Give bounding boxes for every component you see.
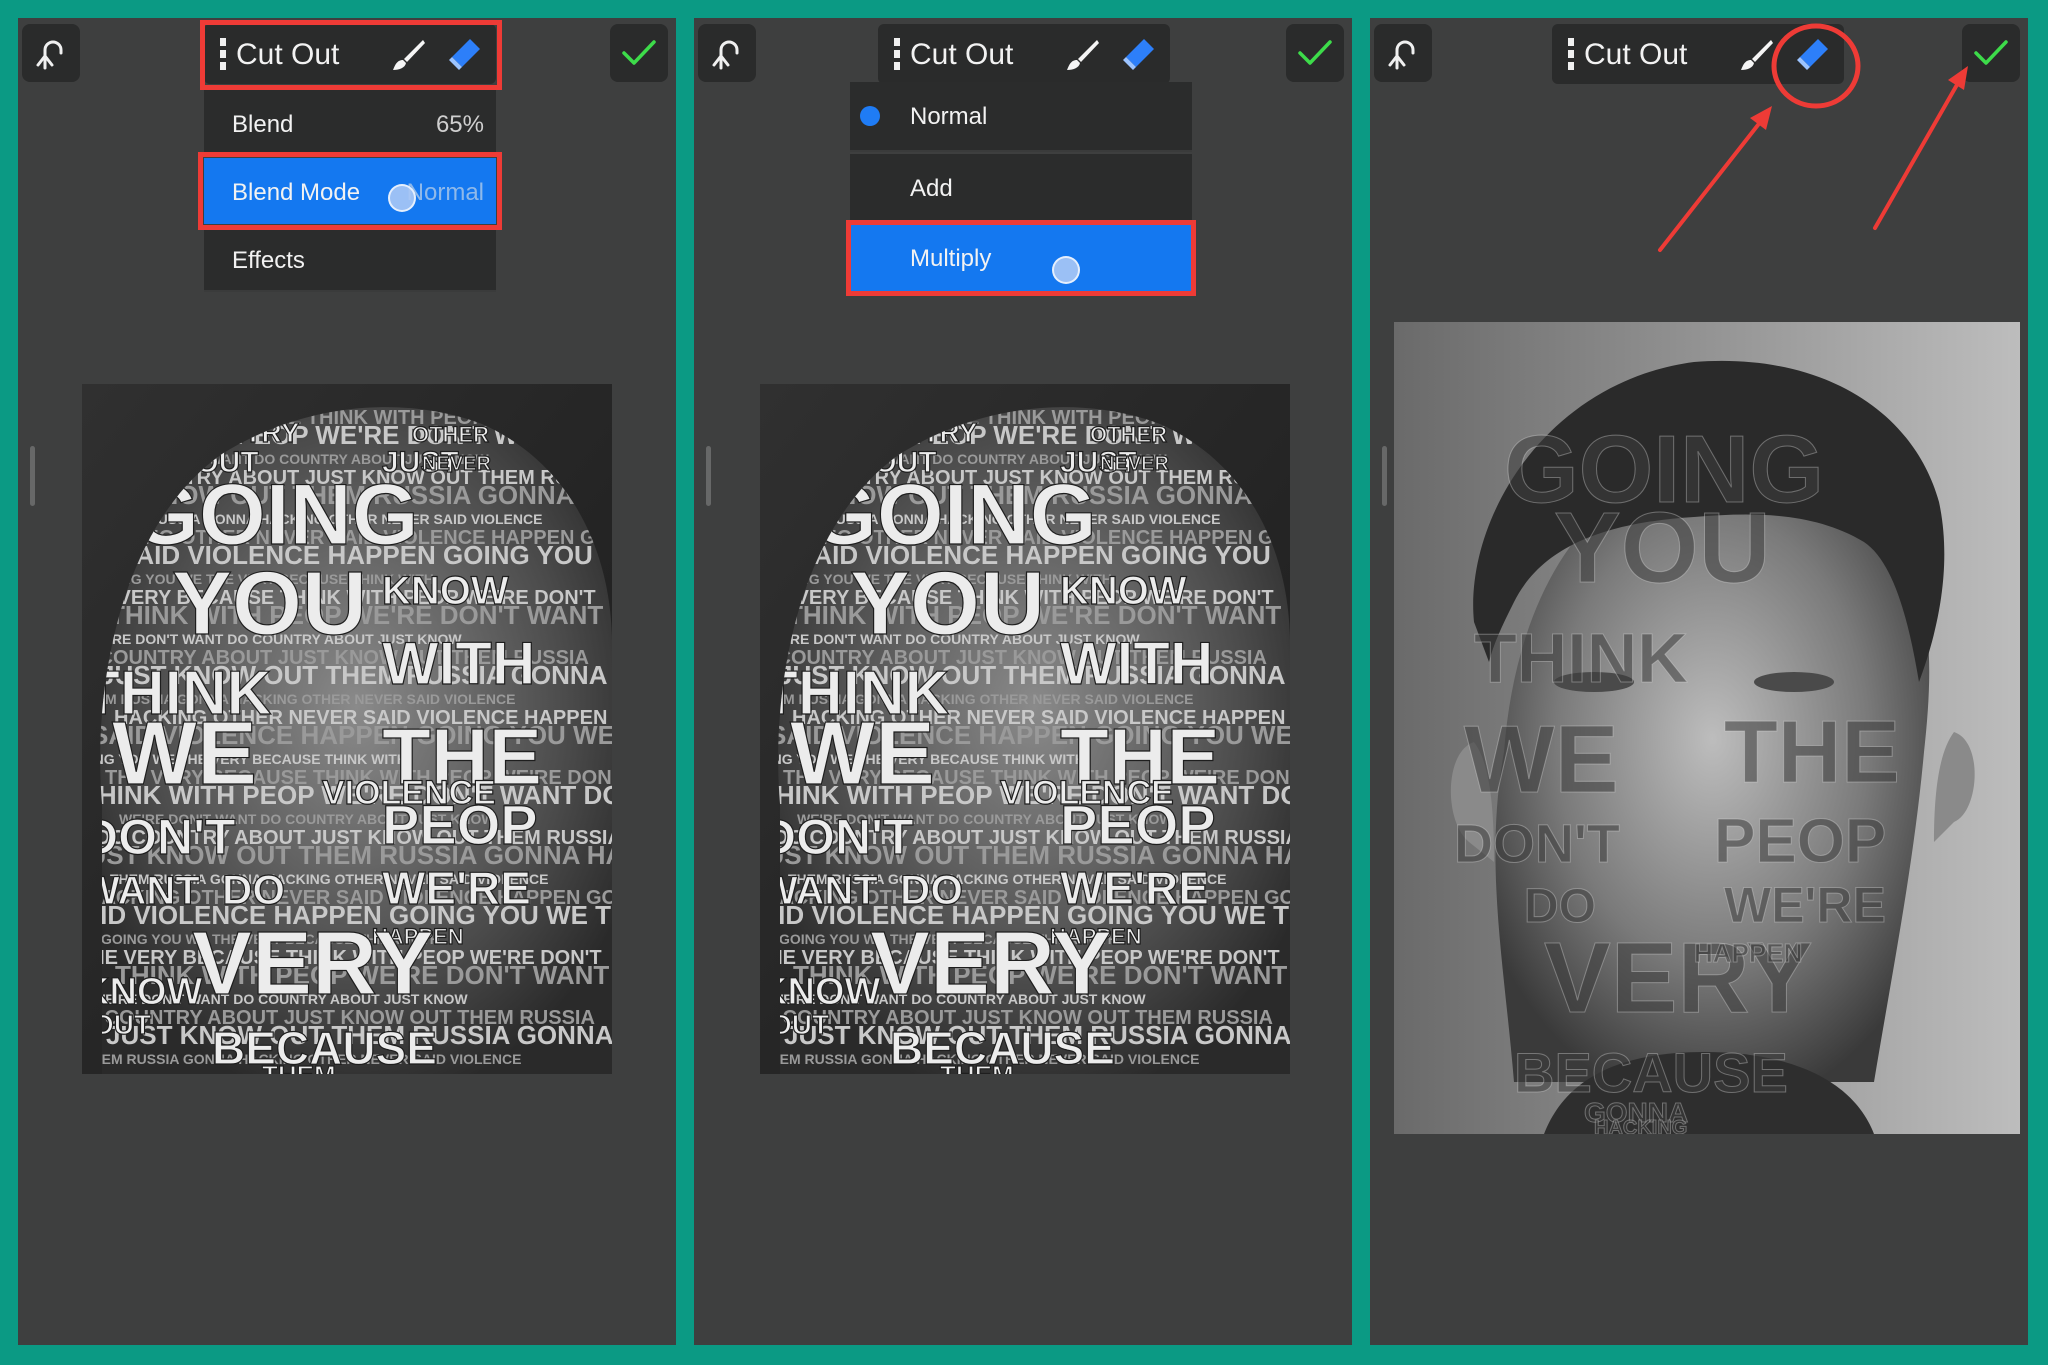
portrait-word: HAPPEN bbox=[1694, 938, 1802, 968]
word-art-word: WITH bbox=[382, 630, 535, 697]
checkmark-icon bbox=[622, 40, 656, 65]
undo-icon bbox=[712, 40, 739, 70]
blend-mode-value: Normal bbox=[406, 179, 484, 206]
word-art-word: WE bbox=[790, 704, 935, 804]
touch-indicator bbox=[388, 184, 416, 212]
confirm-button[interactable] bbox=[610, 24, 668, 82]
word-art-canvas: GOING YOU WE THE VERY BECAUSE THINK WITH… bbox=[760, 384, 1290, 1074]
more-vertical-icon[interactable] bbox=[218, 36, 228, 72]
word-art-word: WE'RE bbox=[1060, 862, 1209, 914]
portrait-word: PEOP bbox=[1714, 807, 1886, 876]
tool-toolbar: Cut Out bbox=[204, 24, 496, 84]
word-art-word: YOU bbox=[172, 554, 367, 654]
portrait-word: BECAUSE bbox=[1514, 1041, 1788, 1104]
eraser-icon[interactable] bbox=[446, 37, 482, 71]
blend-value: 65% bbox=[435, 111, 484, 138]
blend-option-normal[interactable]: Normal bbox=[850, 82, 1192, 152]
menu-label-effects: Effects bbox=[232, 247, 305, 274]
undo-icon bbox=[36, 40, 63, 70]
brush-icon[interactable] bbox=[390, 38, 426, 72]
portrait-canvas: GOINGYOUTHINKWE THEPEOPDON'TDO WE'REVERYBE… bbox=[1394, 322, 2020, 1134]
portrait-word: HACKING bbox=[1594, 1117, 1687, 1134]
word-art-word: DO bbox=[900, 866, 963, 913]
portrait-word: THE bbox=[1724, 702, 1900, 801]
word-art-word: OTHER bbox=[1090, 422, 1167, 447]
word-art-image: GOING YOU WE THE VERY BECAUSE THINK WITH… bbox=[760, 384, 1290, 1074]
word-art-word: VERY bbox=[192, 914, 434, 1014]
side-panel-handle[interactable] bbox=[30, 446, 35, 506]
annotation-overlay bbox=[1658, 23, 1968, 252]
menu-label-blend-mode: Blend Mode bbox=[232, 179, 361, 206]
word-art-word: KNOW bbox=[382, 569, 509, 613]
selected-radio-icon bbox=[860, 106, 880, 126]
tool-toolbar: Cut Out bbox=[878, 24, 1170, 84]
word-art-word: DON'T bbox=[760, 809, 914, 865]
editor-panel-blend-mode-options: Cut Out Normal Add Multiply GOING YOU WE… bbox=[694, 18, 1352, 1345]
editor-panel-result: Cut Out GOING YOU THINK WE THE PEOP DON'… bbox=[1370, 18, 2028, 1345]
blend-option-add[interactable]: Add bbox=[850, 154, 1192, 222]
blend-option-label: Normal bbox=[910, 103, 988, 130]
more-vertical-icon[interactable] bbox=[892, 36, 902, 72]
highlight-eraser-circle bbox=[1771, 23, 1861, 109]
menu-label-blend: Blend bbox=[232, 111, 294, 138]
tool-title[interactable]: Cut Out bbox=[910, 38, 1013, 72]
word-art-word: VERY bbox=[870, 914, 1112, 1014]
undo-button[interactable] bbox=[698, 24, 756, 82]
confirm-button[interactable] bbox=[1286, 24, 1344, 82]
blend-option-multiply[interactable]: Multiply bbox=[850, 224, 1192, 292]
word-art-canvas: GOING YOU WE THE VERY BECAUSE THINK WITH… bbox=[82, 384, 612, 1074]
eraser-icon[interactable] bbox=[1120, 37, 1156, 71]
arrow-to-eraser bbox=[1658, 106, 1772, 252]
word-art-word: NEVER bbox=[1100, 453, 1169, 475]
word-art-word: WE'RE bbox=[382, 862, 531, 914]
editor-panel-blend-menu: Cut Out Blend 65% Blend Mode Normal Effe… bbox=[18, 18, 676, 1345]
word-art-word: THEM bbox=[940, 1060, 1014, 1074]
portrait-word: YOU bbox=[1554, 492, 1771, 604]
undo-button[interactable] bbox=[22, 24, 80, 82]
word-art-word: KNOW bbox=[1060, 569, 1187, 613]
arrow-to-confirm bbox=[1873, 66, 1968, 230]
word-art-word: YOU bbox=[850, 554, 1045, 654]
side-panel-handle[interactable] bbox=[1382, 446, 1387, 506]
portrait-word: DON'T bbox=[1454, 814, 1620, 874]
blend-option-label: Multiply bbox=[910, 245, 992, 272]
menu-item-blend[interactable]: Blend 65% bbox=[204, 90, 496, 156]
menu-item-effects[interactable]: Effects bbox=[204, 226, 496, 292]
word-art-word: DO bbox=[222, 866, 285, 913]
word-art-word: NEVER bbox=[422, 453, 491, 475]
checkmark-icon bbox=[1298, 40, 1332, 65]
blended-portrait-image: GOING YOU THINK WE THE PEOP DON'T DO WE'RE VERY BE… bbox=[1394, 322, 2020, 1134]
brush-icon[interactable] bbox=[1064, 38, 1100, 72]
menu-item-blend-mode[interactable]: Blend Mode Normal bbox=[204, 158, 496, 224]
word-art-word: VIOLENCE bbox=[1000, 774, 1174, 812]
portrait-word: WE bbox=[1464, 706, 1619, 813]
word-art-image: GOING YOU WE THE VERY BECAUSE THINK WITH… bbox=[82, 384, 612, 1074]
portrait-word: THINK bbox=[1474, 619, 1688, 697]
side-panel-handle[interactable] bbox=[706, 446, 711, 506]
blend-option-label: Add bbox=[910, 175, 953, 202]
word-art-word: OTHER bbox=[412, 422, 489, 447]
touch-indicator bbox=[1052, 256, 1080, 284]
word-art-word: THEM bbox=[262, 1060, 336, 1074]
word-art-word: WE bbox=[112, 704, 257, 804]
tool-title[interactable]: Cut Out bbox=[236, 38, 339, 72]
word-art-word: DON'T bbox=[82, 809, 236, 865]
word-art-word: WITH bbox=[1060, 630, 1213, 697]
word-art-word: VIOLENCE bbox=[322, 774, 496, 812]
